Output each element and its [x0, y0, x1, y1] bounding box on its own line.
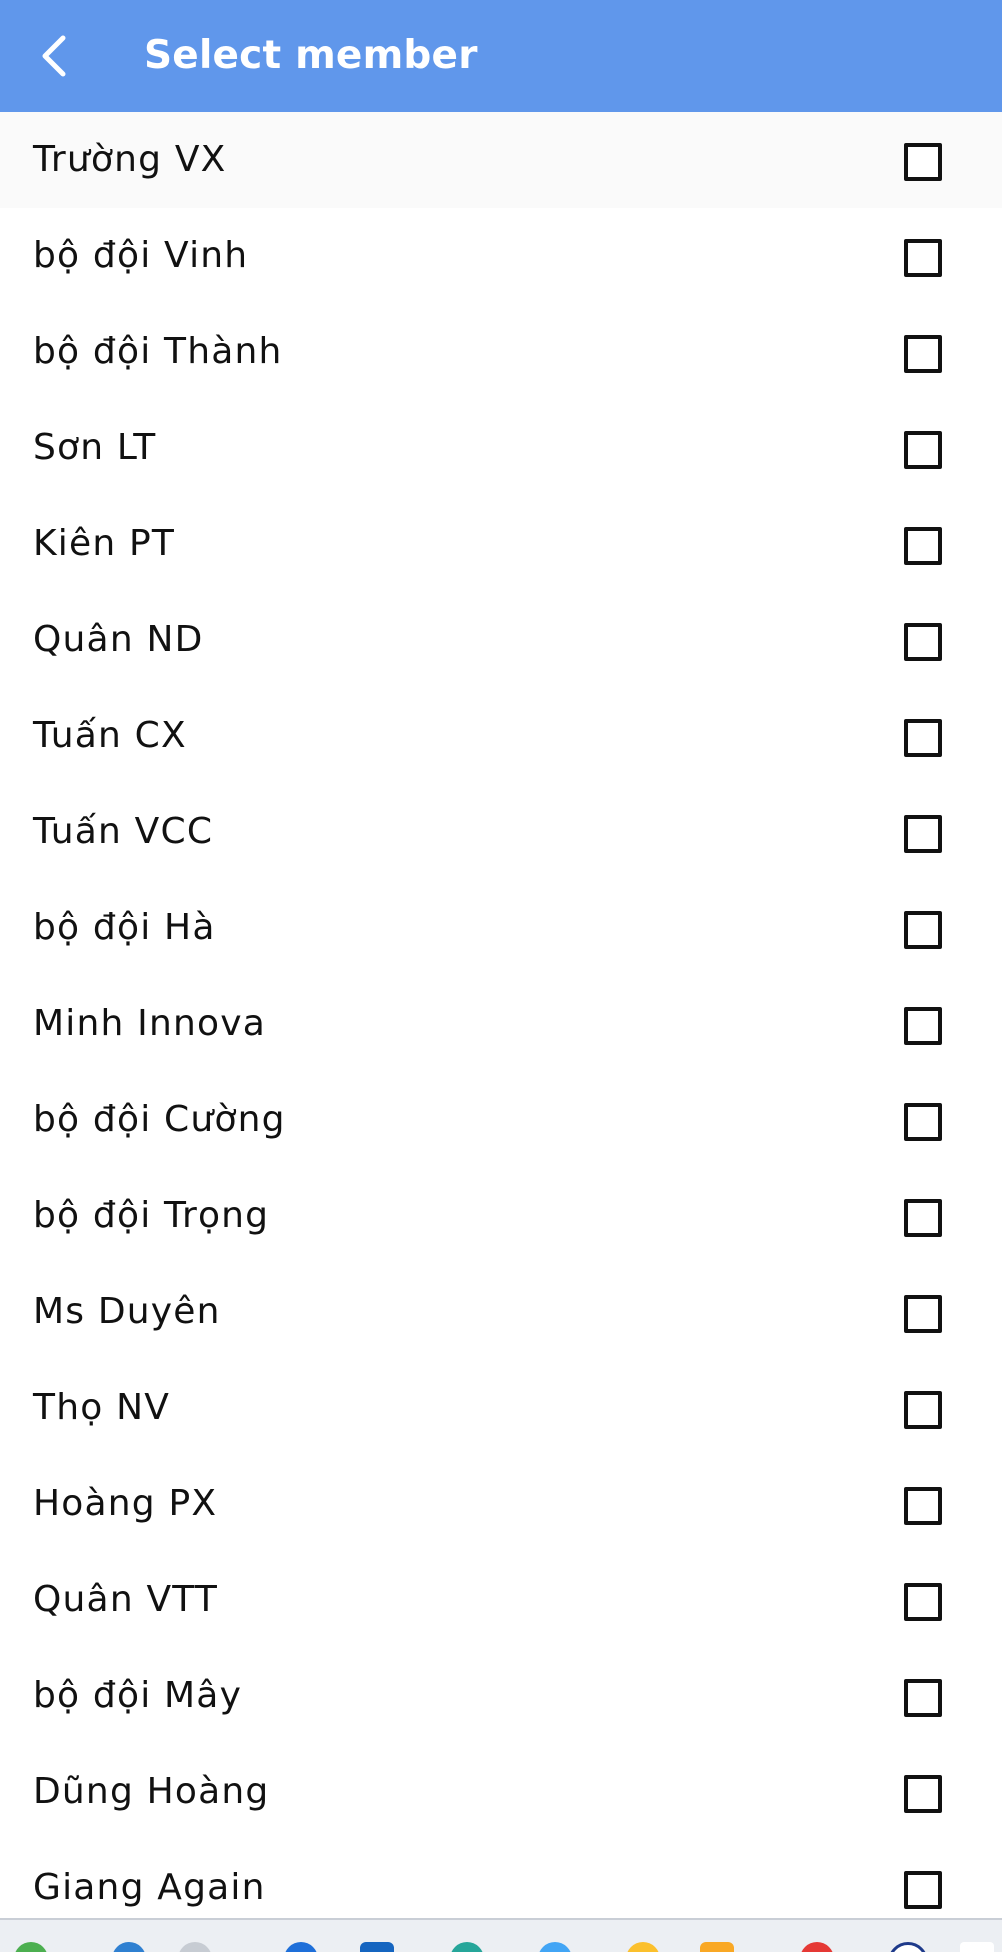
member-name: Hoàng PX: [33, 1483, 218, 1524]
app-icon[interactable]: [178, 1942, 212, 1952]
member-checkbox[interactable]: [904, 1487, 942, 1525]
member-row[interactable]: Hoàng PX: [0, 1456, 1002, 1552]
app-icon[interactable]: [626, 1942, 660, 1952]
member-checkbox[interactable]: [904, 1103, 942, 1141]
member-row[interactable]: Kiên PT: [0, 496, 1002, 592]
member-row[interactable]: Thọ NV: [0, 1360, 1002, 1456]
member-checkbox[interactable]: [904, 623, 942, 661]
member-list: Trường VX bộ đội Vinh bộ đội Thành Sơn L…: [0, 112, 1002, 1936]
member-row[interactable]: Tuấn VCC: [0, 784, 1002, 880]
member-checkbox[interactable]: [904, 1391, 942, 1429]
member-checkbox[interactable]: [904, 1007, 942, 1045]
app-icon[interactable]: [360, 1942, 394, 1952]
member-checkbox[interactable]: [904, 527, 942, 565]
app-icon[interactable]: [112, 1942, 146, 1952]
member-name: bộ đội Vinh: [33, 235, 249, 276]
member-row[interactable]: bộ đội Mây: [0, 1648, 1002, 1744]
member-name: Quân ND: [33, 619, 204, 660]
member-checkbox[interactable]: [904, 1583, 942, 1621]
member-name: bộ đội Mây: [33, 1675, 243, 1716]
member-name: Trường VX: [33, 139, 227, 180]
member-name: bộ đội Cường: [33, 1099, 286, 1140]
member-row[interactable]: bộ đội Thành: [0, 304, 1002, 400]
member-checkbox[interactable]: [904, 431, 942, 469]
chevron-left-icon: [39, 34, 69, 78]
taskbar-strip: [0, 1918, 1002, 1952]
app-icon[interactable]: [284, 1942, 318, 1952]
member-row[interactable]: bộ đội Cường: [0, 1072, 1002, 1168]
member-name: bộ đội Hà: [33, 907, 216, 948]
member-checkbox[interactable]: [904, 1679, 942, 1717]
member-checkbox[interactable]: [904, 335, 942, 373]
member-row[interactable]: bộ đội Vinh: [0, 208, 1002, 304]
member-checkbox[interactable]: [904, 719, 942, 757]
app-icon[interactable]: [960, 1942, 994, 1952]
app-icon[interactable]: [888, 1942, 928, 1952]
member-name: Tuấn CX: [33, 715, 187, 756]
member-row[interactable]: Quân ND: [0, 592, 1002, 688]
member-checkbox[interactable]: [904, 815, 942, 853]
member-row[interactable]: Minh Innova: [0, 976, 1002, 1072]
back-button[interactable]: [22, 26, 86, 86]
page-title: Select member: [144, 33, 478, 78]
member-checkbox[interactable]: [904, 239, 942, 277]
app-icon[interactable]: [538, 1942, 572, 1952]
member-row[interactable]: Tuấn CX: [0, 688, 1002, 784]
member-checkbox[interactable]: [904, 911, 942, 949]
member-name: Quân VTT: [33, 1579, 219, 1620]
member-checkbox[interactable]: [904, 1775, 942, 1813]
member-row[interactable]: Ms Duyên: [0, 1264, 1002, 1360]
member-name: Sơn LT: [33, 427, 157, 468]
app-bar: Select member: [0, 0, 1002, 112]
member-name: bộ đội Thành: [33, 331, 283, 372]
app-icon[interactable]: [14, 1942, 48, 1952]
member-checkbox[interactable]: [904, 1871, 942, 1909]
app-icon[interactable]: [700, 1942, 734, 1952]
member-name: Tuấn VCC: [33, 811, 214, 852]
member-checkbox[interactable]: [904, 143, 942, 181]
member-row[interactable]: Dũng Hoàng: [0, 1744, 1002, 1840]
member-row[interactable]: bộ đội Trọng: [0, 1168, 1002, 1264]
member-name: bộ đội Trọng: [33, 1195, 270, 1236]
app-icon[interactable]: [450, 1942, 484, 1952]
member-row[interactable]: Trường VX: [0, 112, 1002, 208]
member-name: Thọ NV: [33, 1387, 171, 1428]
app-icon[interactable]: [800, 1942, 834, 1952]
member-name: Kiên PT: [33, 523, 176, 564]
member-checkbox[interactable]: [904, 1295, 942, 1333]
member-name: Minh Innova: [33, 1003, 266, 1044]
member-row[interactable]: Sơn LT: [0, 400, 1002, 496]
member-row[interactable]: Quân VTT: [0, 1552, 1002, 1648]
member-name: Dũng Hoàng: [33, 1771, 270, 1812]
member-checkbox[interactable]: [904, 1199, 942, 1237]
member-row[interactable]: bộ đội Hà: [0, 880, 1002, 976]
member-name: Ms Duyên: [33, 1291, 221, 1332]
